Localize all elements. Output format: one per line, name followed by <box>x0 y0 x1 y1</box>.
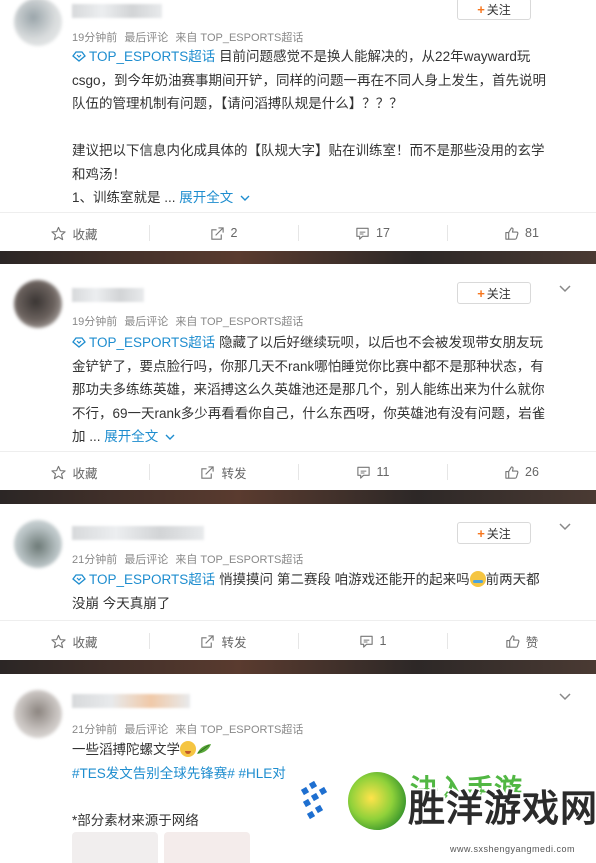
thumbs-up-icon <box>506 634 520 648</box>
post-card: 19分钟前 最后评论 来自 TOP_ESPORTS超话 + 关注 TOP_ESPO… <box>0 0 596 251</box>
avatar[interactable] <box>14 690 62 738</box>
last-comment-label: 最后评论 <box>124 554 169 566</box>
super-topic-icon <box>72 51 86 62</box>
avatar[interactable] <box>14 520 62 568</box>
leaf-icon <box>197 744 211 754</box>
image-thumbnail[interactable] <box>164 832 250 863</box>
expand-full-text-link[interactable]: 展开全文 <box>104 429 175 444</box>
chevron-down-icon <box>240 195 250 201</box>
topic-link[interactable]: TOP_ESPORTS超话 <box>89 49 215 64</box>
plus-icon: + <box>477 525 485 541</box>
last-comment-label: 最后评论 <box>124 316 169 328</box>
plus-icon: + <box>477 285 485 301</box>
avatar[interactable] <box>14 0 62 46</box>
username-blurred[interactable] <box>72 4 162 18</box>
comment-icon <box>356 466 370 479</box>
site-watermark: 決入手游 胜洋游戏网 www.sxshengyangmedi.com <box>300 768 596 863</box>
comment-button[interactable]: 11 <box>298 452 447 490</box>
comment-icon <box>359 635 373 648</box>
follow-button[interactable]: + 关注 <box>457 522 531 544</box>
repost-icon <box>201 634 215 648</box>
image-thumbnail[interactable] <box>72 832 158 863</box>
star-icon <box>51 465 67 479</box>
post-meta: 21分钟前 最后评论 来自 TOP_ESPORTS超话 <box>72 551 307 567</box>
last-comment-label: 最后评论 <box>124 724 169 736</box>
post-card: 19分钟前 最后评论 来自 TOP_ESPORTS超话 + 关注 TOP_ESPO… <box>0 264 596 490</box>
background-gap <box>0 490 596 504</box>
post-text: TOP_ESPORTS超话 隐藏了以后好继续玩呗，以后也不会被发现带女朋友玩 金… <box>72 335 546 444</box>
username-blurred[interactable] <box>72 694 190 708</box>
action-bar: 收藏 转发 1 赞 <box>0 620 596 660</box>
topic-link[interactable]: TOP_ESPORTS超话 <box>89 572 215 587</box>
repost-button[interactable]: 转发 <box>149 452 298 490</box>
repost-button[interactable]: 转发 <box>149 621 298 660</box>
avatar[interactable] <box>14 280 62 328</box>
post-meta: 21分钟前 最后评论 来自 TOP_ESPORTS超话 <box>72 721 307 737</box>
like-button[interactable]: 81 <box>447 213 596 251</box>
post-source[interactable]: 来自 TOP_ESPORTS超话 <box>175 554 303 566</box>
watermark-title: 胜洋游戏网 <box>408 787 596 830</box>
post-source[interactable]: 来自 TOP_ESPORTS超话 <box>175 316 303 328</box>
username-blurred[interactable] <box>72 526 204 540</box>
topic-link[interactable]: TOP_ESPORTS超话 <box>89 335 215 350</box>
watermark-url: www.sxshengyangmedi.com <box>450 844 576 854</box>
repost-button[interactable]: 2 <box>149 213 298 251</box>
plus-icon: + <box>477 1 485 17</box>
repost-icon <box>210 226 224 240</box>
username-blurred[interactable] <box>72 288 144 302</box>
chevron-down-icon[interactable] <box>558 522 572 536</box>
star-icon <box>51 634 67 648</box>
logo-globe-icon <box>348 772 406 830</box>
follow-button[interactable]: + 关注 <box>457 282 531 304</box>
background-gap <box>0 250 596 264</box>
repost-icon <box>201 465 215 479</box>
like-button[interactable]: 赞 <box>447 621 596 660</box>
super-topic-icon <box>72 337 86 348</box>
post-card: 21分钟前 最后评论 来自 TOP_ESPORTS超话 + 关注 TOP_ESPO… <box>0 504 596 660</box>
like-button[interactable]: 26 <box>447 452 596 490</box>
background-gap <box>0 660 596 674</box>
crying-emoji-icon <box>469 571 486 587</box>
chevron-down-icon[interactable] <box>558 692 572 706</box>
expand-full-text-link[interactable]: 展开全文 <box>179 190 250 205</box>
drooling-emoji-icon <box>180 741 196 757</box>
post-time[interactable]: 19分钟前 <box>72 316 117 328</box>
favorite-button[interactable]: 收藏 <box>0 621 149 660</box>
super-topic-icon <box>72 574 86 585</box>
post-meta: 19分钟前 最后评论 来自 TOP_ESPORTS超话 <box>72 29 307 45</box>
thumbs-up-icon <box>505 226 519 240</box>
thumbs-up-icon <box>505 465 519 479</box>
follow-button[interactable]: + 关注 <box>457 0 531 20</box>
favorite-button[interactable]: 收藏 <box>0 452 149 490</box>
comment-button[interactable]: 1 <box>298 621 447 660</box>
star-icon <box>51 226 67 240</box>
last-comment-label: 最后评论 <box>124 32 169 44</box>
comment-icon <box>356 227 369 240</box>
post-text: TOP_ESPORTS超话 悄摸摸问 第二赛段 咱游戏还能开的起来吗 前两天都 没… <box>72 571 540 611</box>
favorite-button[interactable]: 收藏 <box>0 213 149 251</box>
action-bar: 收藏 2 17 81 <box>0 212 596 251</box>
chevron-down-icon <box>165 434 175 440</box>
post-source[interactable]: 来自 TOP_ESPORTS超话 <box>175 724 303 736</box>
comment-button[interactable]: 17 <box>298 213 447 251</box>
post-meta: 19分钟前 最后评论 来自 TOP_ESPORTS超话 <box>72 313 307 329</box>
post-text: TOP_ESPORTS超话 目前问题感觉不是换人能解决的，从22年wayward… <box>72 49 547 205</box>
post-time[interactable]: 21分钟前 <box>72 724 117 736</box>
post-time[interactable]: 21分钟前 <box>72 554 117 566</box>
post-time[interactable]: 19分钟前 <box>72 32 117 44</box>
chevron-down-icon[interactable] <box>558 284 572 298</box>
post-source[interactable]: 来自 TOP_ESPORTS超话 <box>175 32 303 44</box>
action-bar: 收藏 转发 11 26 <box>0 451 596 490</box>
